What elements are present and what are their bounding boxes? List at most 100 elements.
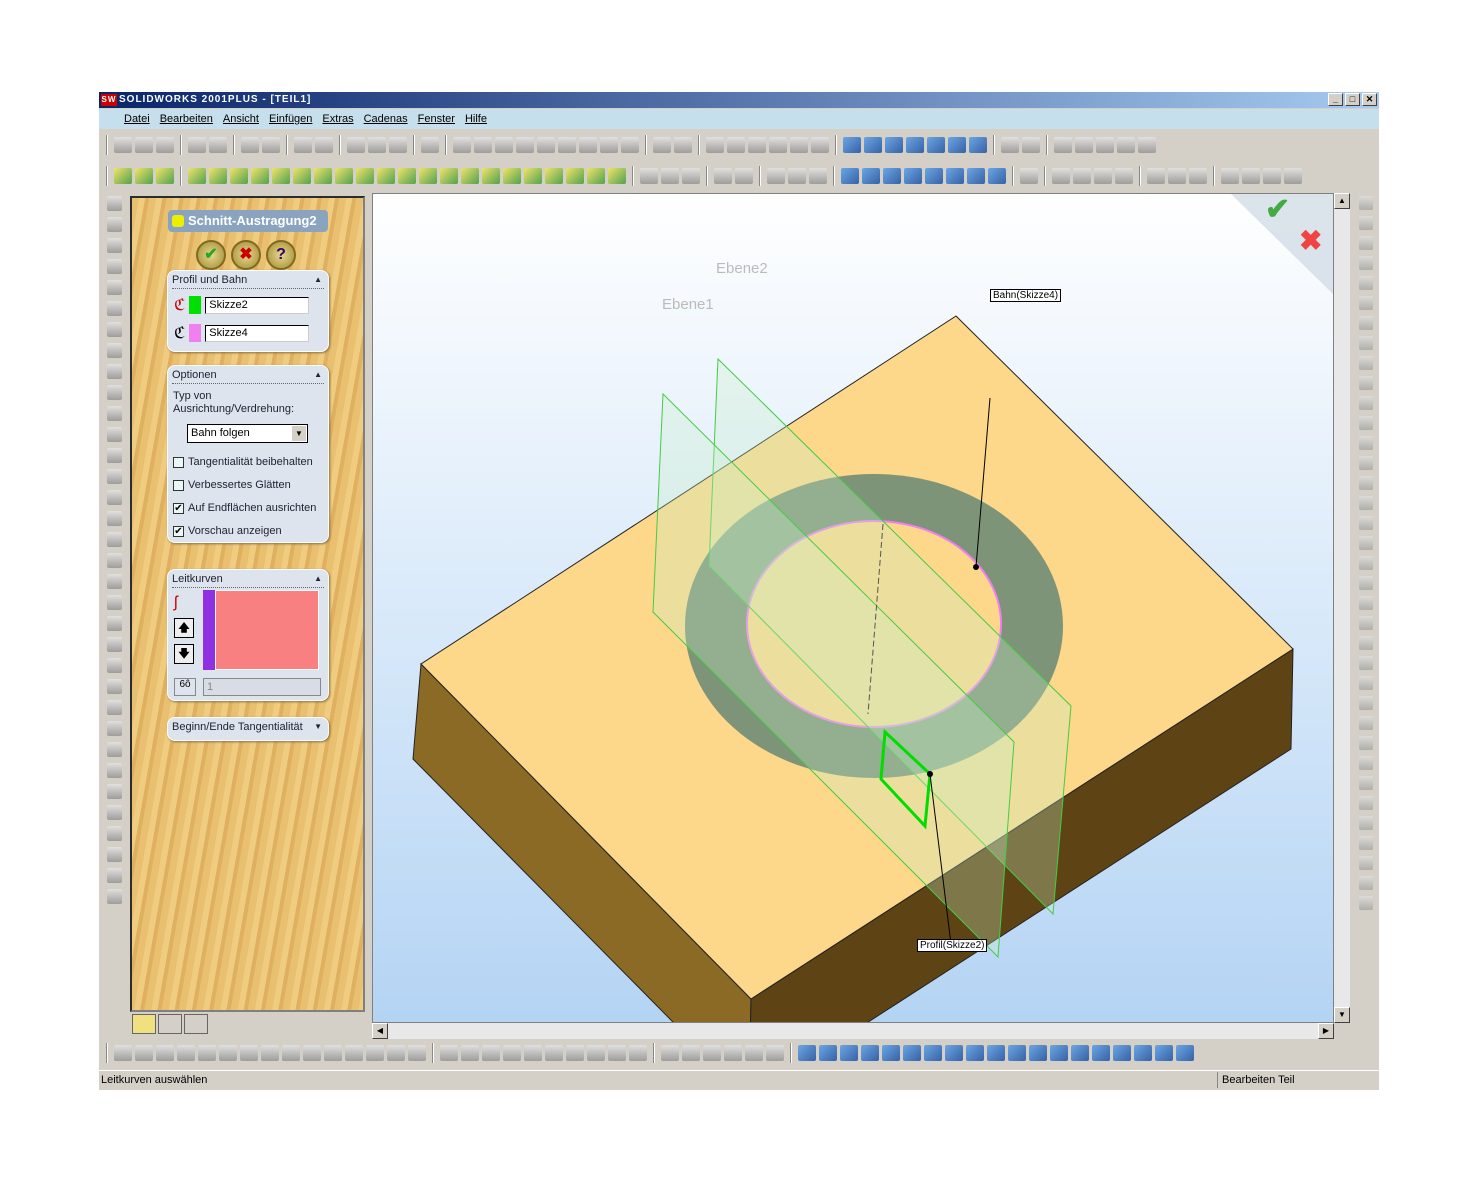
move-up-button[interactable]: 🡅 [174, 618, 194, 638]
toolbar-button-icon[interactable] [106, 364, 122, 379]
horizontal-scrollbar[interactable]: ◀ ▶ [372, 1023, 1334, 1039]
toolbar-button-icon[interactable] [1359, 436, 1373, 450]
toolbar-button-icon[interactable] [1359, 316, 1373, 330]
toolbar-button-icon[interactable] [1359, 716, 1373, 730]
section-count-spinner[interactable]: 1 [203, 678, 321, 696]
toolbar-button-icon[interactable] [841, 168, 859, 184]
menu-einfuegen[interactable]: Einfügen [269, 113, 312, 125]
toolbar-button-icon[interactable] [1359, 456, 1373, 470]
toolbar-button-icon[interactable] [621, 137, 639, 153]
toolbar-button-icon[interactable] [735, 168, 753, 184]
toolbar-button-icon[interactable] [1359, 656, 1373, 670]
guide-curves-list[interactable] [215, 590, 319, 670]
toolbar-button-icon[interactable] [798, 1045, 816, 1061]
toolbar-button-icon[interactable] [653, 137, 671, 153]
toolbar-button-icon[interactable] [1359, 616, 1373, 630]
toolbar-button-icon[interactable] [421, 137, 439, 153]
toolbar-button-icon[interactable] [1359, 516, 1373, 530]
toolbar-button-icon[interactable] [1359, 296, 1373, 310]
toolbar-button-icon[interactable] [1071, 1045, 1089, 1061]
toolbar-button-icon[interactable] [1138, 137, 1156, 153]
toolbar-button-icon[interactable] [1134, 1045, 1152, 1061]
cancel-button[interactable]: ✖ [231, 240, 261, 270]
toolbar-button-icon[interactable] [241, 137, 259, 153]
toolbar-button-icon[interactable] [106, 301, 122, 316]
toolbar-button-icon[interactable] [1052, 168, 1070, 184]
toolbar-button-icon[interactable] [1113, 1045, 1131, 1061]
toolbar-button-icon[interactable] [969, 137, 987, 153]
toolbar-button-icon[interactable] [135, 168, 153, 184]
toolbar-button-icon[interactable] [135, 137, 153, 153]
feature-manager-tab[interactable] [132, 1014, 156, 1034]
toolbar-button-icon[interactable] [714, 168, 732, 184]
toolbar-button-icon[interactable] [106, 427, 122, 442]
toolbar-button-icon[interactable] [474, 137, 492, 153]
toolbar-button-icon[interactable] [106, 868, 122, 883]
toolbar-button-icon[interactable] [106, 742, 122, 757]
toolbar-button-icon[interactable] [106, 217, 122, 232]
toolbar-button-icon[interactable] [811, 137, 829, 153]
toolbar-button-icon[interactable] [516, 137, 534, 153]
toolbar-button-icon[interactable] [315, 137, 333, 153]
toolbar-button-icon[interactable] [1359, 796, 1373, 810]
scroll-right-button[interactable]: ▶ [1318, 1023, 1334, 1039]
toolbar-button-icon[interactable] [106, 196, 122, 211]
toolbar-button-icon[interactable] [1094, 168, 1112, 184]
menu-hilfe[interactable]: Hilfe [465, 113, 487, 125]
toolbar-button-icon[interactable] [524, 1045, 542, 1061]
graphics-viewport[interactable]: Ebene2 Ebene1 Bahn(Skizze4) Profil(Skizz… [372, 193, 1334, 1023]
toolbar-button-icon[interactable] [788, 168, 806, 184]
toolbar-button-icon[interactable] [843, 137, 861, 153]
toolbar-button-icon[interactable] [106, 385, 122, 400]
toolbar-button-icon[interactable] [587, 1045, 605, 1061]
toolbar-button-icon[interactable] [1168, 168, 1186, 184]
toolbar-button-icon[interactable] [282, 1045, 300, 1061]
menu-cadenas[interactable]: Cadenas [364, 113, 408, 125]
toolbar-button-icon[interactable] [1029, 1045, 1047, 1061]
toolbar-button-icon[interactable] [566, 1045, 584, 1061]
toolbar-button-icon[interactable] [545, 1045, 563, 1061]
show-sections-icon[interactable]: 6ô [174, 678, 196, 696]
toolbar-button-icon[interactable] [1359, 396, 1373, 410]
toolbar-button-icon[interactable] [156, 1045, 174, 1061]
toolbar-button-icon[interactable] [114, 168, 132, 184]
toolbar-button-icon[interactable] [1073, 168, 1091, 184]
toolbar-button-icon[interactable] [272, 168, 290, 184]
toolbar-button-icon[interactable] [674, 137, 692, 153]
toolbar-button-icon[interactable] [440, 168, 458, 184]
toolbar-button-icon[interactable] [482, 1045, 500, 1061]
toolbar-button-icon[interactable] [906, 137, 924, 153]
toolbar-button-icon[interactable] [1359, 416, 1373, 430]
toolbar-button-icon[interactable] [1359, 736, 1373, 750]
close-button[interactable]: ✕ [1362, 93, 1377, 106]
vertical-scrollbar[interactable]: ▲ ▼ [1334, 193, 1350, 1023]
toolbar-button-icon[interactable] [579, 137, 597, 153]
toolbar-button-icon[interactable] [1001, 137, 1019, 153]
menu-ansicht[interactable]: Ansicht [223, 113, 259, 125]
scroll-down-button[interactable]: ▼ [1334, 1007, 1350, 1023]
toolbar-button-icon[interactable] [106, 280, 122, 295]
toolbar-button-icon[interactable] [440, 1045, 458, 1061]
toolbar-button-icon[interactable] [1020, 168, 1038, 184]
toolbar-button-icon[interactable] [882, 1045, 900, 1061]
toolbar-button-icon[interactable] [862, 168, 880, 184]
toolbar-button-icon[interactable] [1359, 536, 1373, 550]
toolbar-button-icon[interactable] [106, 847, 122, 862]
toolbar-button-icon[interactable] [188, 137, 206, 153]
profile-callout[interactable]: Profil(Skizze2) [917, 939, 988, 952]
toolbar-button-icon[interactable] [988, 168, 1006, 184]
toolbar-button-icon[interactable] [240, 1045, 258, 1061]
toolbar-button-icon[interactable] [482, 168, 500, 184]
menu-fenster[interactable]: Fenster [418, 113, 455, 125]
toolbar-button-icon[interactable] [1147, 168, 1165, 184]
toolbar-button-icon[interactable] [966, 1045, 984, 1061]
toolbar-button-icon[interactable] [1359, 816, 1373, 830]
menu-datei[interactable]: Datei [124, 113, 150, 125]
toolbar-button-icon[interactable] [106, 490, 122, 505]
toolbar-button-icon[interactable] [948, 137, 966, 153]
toolbar-button-icon[interactable] [767, 168, 785, 184]
toolbar-button-icon[interactable] [230, 168, 248, 184]
toolbar-button-icon[interactable] [566, 168, 584, 184]
toolbar-button-icon[interactable] [1155, 1045, 1173, 1061]
toolbar-button-icon[interactable] [1176, 1045, 1194, 1061]
